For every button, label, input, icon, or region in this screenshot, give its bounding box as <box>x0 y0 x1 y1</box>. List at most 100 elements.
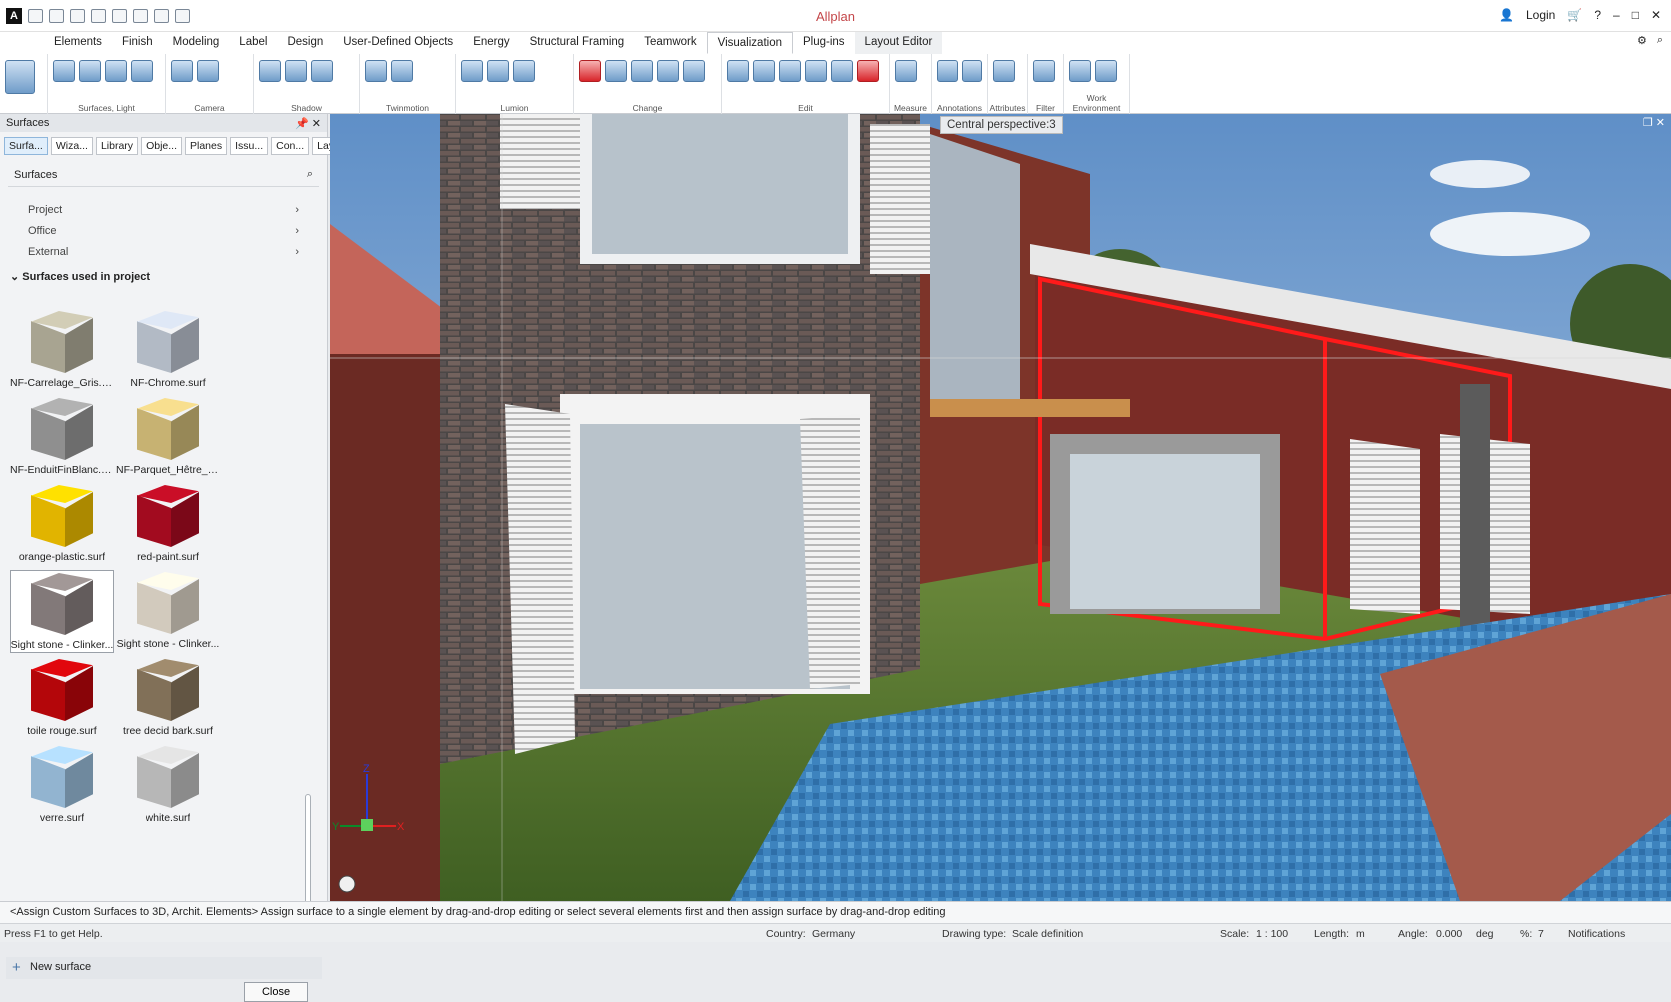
settings-gear-icon[interactable]: ⚙ <box>1637 34 1647 47</box>
percent-value[interactable]: 7 <box>1538 928 1544 940</box>
mirror-icon[interactable] <box>805 60 827 82</box>
rotate-icon[interactable] <box>779 60 801 82</box>
copy-icon[interactable] <box>727 60 749 82</box>
drawing-type-value[interactable]: Scale definition <box>1012 928 1083 940</box>
tab-structural-framing[interactable]: Structural Framing <box>520 32 635 54</box>
render-icon[interactable] <box>259 60 281 82</box>
close-icon[interactable]: ✕ <box>1651 8 1661 22</box>
shop-cart-icon[interactable]: 🛒 <box>1567 8 1582 22</box>
surface-item[interactable]: Sight stone - Clinker... <box>116 570 220 653</box>
tab-planes[interactable]: Planes <box>185 137 228 155</box>
modify-icon[interactable] <box>631 60 653 82</box>
surface-item[interactable]: NF-Chrome.surf <box>116 309 220 392</box>
tab-energy[interactable]: Energy <box>463 32 519 54</box>
ribbon-main-menu[interactable] <box>0 54 48 114</box>
sun-icon[interactable] <box>285 60 307 82</box>
play-icon[interactable] <box>461 60 483 82</box>
minimize-icon[interactable]: – <box>1613 8 1620 22</box>
move-icon[interactable] <box>753 60 775 82</box>
nav-project[interactable]: Project › <box>0 195 327 216</box>
surface-item[interactable]: NF-Carrelage_Gris.surf <box>10 309 114 392</box>
work-environment-icon[interactable] <box>1069 60 1091 82</box>
length-unit[interactable]: m <box>1356 928 1365 940</box>
tab-surfaces[interactable]: Surfa... <box>4 137 48 155</box>
camera-path-icon[interactable] <box>197 60 219 82</box>
surface-icon[interactable] <box>79 60 101 82</box>
tab-visualization[interactable]: Visualization <box>706 32 793 54</box>
polyline-icon[interactable] <box>657 60 679 82</box>
sync-icon[interactable] <box>365 60 387 82</box>
tab-modeling[interactable]: Modeling <box>163 32 230 54</box>
video-icon[interactable] <box>487 60 509 82</box>
restore-icon[interactable]: ❐ <box>1643 117 1653 129</box>
surface-item[interactable]: orange-plastic.surf <box>10 483 114 566</box>
tab-connect[interactable]: Con... <box>271 137 310 155</box>
twinmotion-icon[interactable] <box>391 60 413 82</box>
notifications-button[interactable]: Notifications <box>1568 928 1625 940</box>
viewport-close-icon[interactable]: ✕ <box>1656 117 1665 129</box>
tab-plug-ins[interactable]: Plug-ins <box>793 32 855 54</box>
menu-icon[interactable] <box>5 60 35 94</box>
surfaces-palette: Surfaces 📌 ✕ Surfa... Wiza... Library Ob… <box>0 114 354 1002</box>
tab-objects[interactable]: Obje... <box>141 137 182 155</box>
tab-label[interactable]: Label <box>229 32 277 54</box>
surface-item[interactable]: toile rouge.surf <box>10 657 114 740</box>
line-icon[interactable] <box>605 60 627 82</box>
viewport-label[interactable]: Central perspective:3 <box>940 116 1063 134</box>
tab-layout-editor[interactable]: Layout Editor <box>854 32 943 54</box>
perspective-viewport[interactable]: Z Y X Central perspective:3 ❐ ✕ <box>330 114 1671 901</box>
palette-close-icon[interactable]: ✕ <box>312 118 321 130</box>
text-icon[interactable] <box>937 60 958 82</box>
texture-icon[interactable] <box>105 60 127 82</box>
legend-icon[interactable] <box>961 60 982 82</box>
maximize-icon[interactable]: □ <box>1632 8 1639 22</box>
ribbon-group-edit: Edit <box>722 54 890 114</box>
surface-item[interactable]: Sight stone - Clinker... <box>10 570 114 653</box>
tab-elements[interactable]: Elements <box>44 32 112 54</box>
filter-icon[interactable] <box>1033 60 1055 82</box>
help-icon[interactable]: ? <box>1594 8 1601 22</box>
tab-library[interactable]: Library <box>95 137 139 155</box>
light-icon[interactable] <box>53 60 75 82</box>
surface-item[interactable]: NF-EnduitFinBlanc.s... <box>10 396 114 479</box>
measure-icon[interactable] <box>895 60 917 82</box>
surface-item[interactable]: verre.surf <box>10 744 114 827</box>
login-button[interactable]: Login <box>1526 8 1555 22</box>
eraser-icon[interactable] <box>579 60 601 82</box>
scale-icon[interactable] <box>831 60 853 82</box>
country-value[interactable]: Germany <box>812 928 855 940</box>
surface-item[interactable]: tree decid bark.surf <box>116 657 220 740</box>
search-icon[interactable]: ⌕ <box>307 168 313 181</box>
viewport-controls: ❐ ✕ <box>1643 116 1665 129</box>
scale-value[interactable]: 1 : 100 <box>1256 928 1288 940</box>
export-arrow-icon[interactable] <box>513 60 535 82</box>
nav-office[interactable]: Office › <box>0 216 327 237</box>
tab-issues[interactable]: Issu... <box>230 137 269 155</box>
delete-icon[interactable] <box>857 60 879 82</box>
tab-wizards[interactable]: Wiza... <box>50 137 93 155</box>
surface-item[interactable]: red-paint.surf <box>116 483 220 566</box>
snap-icon[interactable] <box>1095 60 1117 82</box>
camera-icon[interactable] <box>171 60 193 82</box>
tab-user-defined-objects[interactable]: User-Defined Objects <box>333 32 463 54</box>
surface-item[interactable]: white.surf <box>116 744 220 827</box>
surfaces-search[interactable]: Surfaces ⌕ <box>8 163 319 187</box>
close-button[interactable]: Close <box>244 982 308 1002</box>
user-icon[interactable]: 👤 <box>1499 8 1514 22</box>
split-icon[interactable] <box>683 60 705 82</box>
ribbon-group-label: Camera <box>194 103 225 113</box>
tab-finish[interactable]: Finish <box>112 32 163 54</box>
tab-teamwork[interactable]: Teamwork <box>634 32 706 54</box>
sphere-icon[interactable] <box>131 60 153 82</box>
surface-item[interactable]: NF-Parquet_Hêtre_H... <box>116 396 220 479</box>
shadow-icon[interactable] <box>311 60 333 82</box>
surfaces-used-heading[interactable]: ⌄ Surfaces used in project <box>10 270 317 283</box>
drawing-type-label: Drawing type: <box>942 928 1007 940</box>
nav-external[interactable]: External › <box>0 237 327 258</box>
new-surface-button[interactable]: + New surface <box>6 957 322 979</box>
search-icon[interactable]: ⌕ <box>1657 34 1663 47</box>
attributes-icon[interactable] <box>993 60 1015 82</box>
tab-design[interactable]: Design <box>277 32 333 54</box>
pin-icon[interactable]: 📌 <box>295 118 309 130</box>
angle-value[interactable]: 0.000 <box>1436 928 1462 940</box>
